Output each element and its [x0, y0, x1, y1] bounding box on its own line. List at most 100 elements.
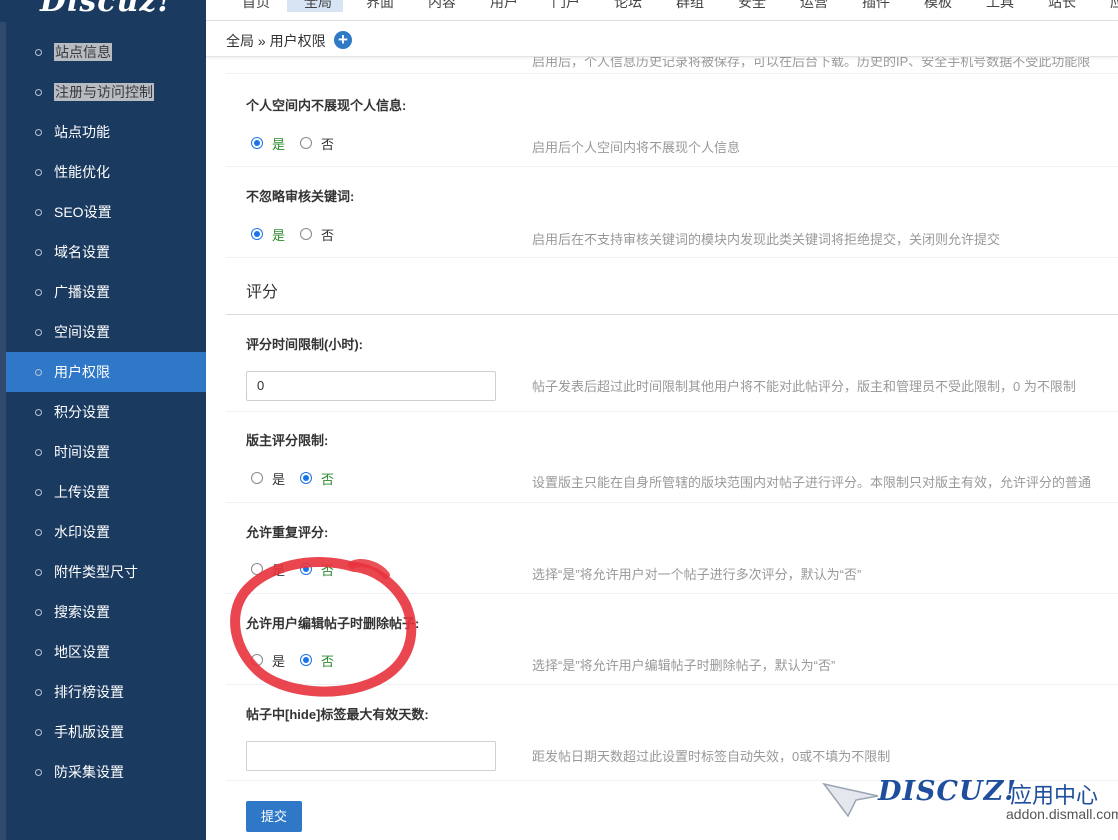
nav-tab-label: 界面 — [366, 0, 394, 10]
sidebar-item[interactable]: 时间设置 — [6, 432, 206, 472]
nav-tab[interactable]: 插件 — [862, 0, 890, 12]
plus-circle-icon[interactable]: + — [334, 31, 352, 49]
sidebar-item-label: 水印设置 — [54, 524, 110, 540]
sidebar: Discuz! 站点信息注册与访问控制站点功能性能优化 SEO设置域名设置广播设置… — [0, 0, 206, 840]
sidebar-item-label: 防采集设置 — [54, 764, 124, 780]
hide-tag-days-input[interactable] — [246, 741, 496, 771]
sidebar-item[interactable]: 域名设置 — [6, 232, 206, 272]
admin-app: Discuz! 站点信息注册与访问控制站点功能性能优化 SEO设置域名设置广播设置… — [0, 0, 1118, 840]
divider — [226, 166, 1118, 167]
sidebar-item-label: 手机版设置 — [54, 724, 124, 740]
sidebar-item-label: 性能优化 — [54, 164, 110, 180]
nav-tab-label: 论坛 — [614, 0, 642, 10]
bullet-circle-icon — [35, 209, 42, 216]
sidebar-item[interactable]: 上传设置 — [6, 472, 206, 512]
sidebar-item-label: 域名设置 — [54, 244, 110, 260]
nav-tab-label: 插件 — [862, 0, 890, 10]
sidebar-item-label: 积分设置 — [54, 404, 110, 420]
sidebar-item[interactable]: 排行榜设置 — [6, 672, 206, 712]
radio-moderator-yes[interactable] — [251, 472, 263, 484]
radio-repeat-no[interactable] — [300, 563, 312, 575]
sidebar-item[interactable]: 地区设置 — [6, 632, 206, 672]
nav-tab-label: 群组 — [676, 0, 704, 10]
nav-tab[interactable]: 群组 — [676, 0, 704, 12]
rating-time-limit-input[interactable]: 0 — [246, 371, 496, 401]
nav-tab[interactable]: 应用 — [1110, 0, 1118, 12]
radio-delete-yes[interactable] — [251, 654, 263, 666]
radio-label-yes: 是 — [272, 228, 286, 243]
radio-label-yes: 是 — [272, 137, 286, 152]
sidebar-item[interactable]: 搜索设置 — [6, 592, 206, 632]
setting-description: 选择“是”将允许用户对一个帖子进行多次评分，默认为“否” — [532, 567, 862, 582]
nav-tab-label: 内容 — [428, 0, 456, 10]
setting-title-delete-on-edit: 允许用户编辑帖子时删除帖子: — [246, 616, 420, 631]
radio-label-yes: 是 — [272, 563, 286, 578]
nav-tab[interactable]: 安全 — [738, 0, 766, 12]
sidebar-item-label: 搜索设置 — [54, 604, 110, 620]
nav-tab-label: 安全 — [738, 0, 766, 10]
nav-tab[interactable]: 论坛 — [614, 0, 642, 12]
nav-tab[interactable]: 运营 — [800, 0, 828, 12]
bullet-circle-icon — [35, 529, 42, 536]
bullet-circle-icon — [35, 609, 42, 616]
sidebar-item[interactable]: 站点功能 — [6, 112, 206, 152]
sidebar-item[interactable]: SEO设置 — [6, 192, 206, 232]
nav-tab[interactable]: 首页 — [242, 0, 270, 12]
nav-tab[interactable]: 用户 — [490, 0, 518, 12]
radio-moderator-no[interactable] — [300, 472, 312, 484]
discuz-app-center-watermark: DISCUZ! 应用中心 addon.dismall.com — [822, 776, 1118, 838]
sidebar-item[interactable]: 注册与访问控制 — [6, 72, 206, 112]
sidebar-item[interactable]: 附件类型尺寸 — [6, 552, 206, 592]
sidebar-item-label: 站点信息 — [54, 43, 112, 61]
setting-description: 选择“是”将允许用户编辑帖子时删除帖子，默认为“否” — [532, 658, 836, 673]
sidebar-item[interactable]: 手机版设置 — [6, 712, 206, 752]
breadcrumb: 全局 » 用户权限 — [226, 33, 326, 49]
setting-description: 启用后，个人信息历史记录将被保存，可以在后台下载。历史的IP、安全手机号数据不受… — [532, 57, 1091, 69]
radio-personal-hide-no[interactable] — [300, 137, 312, 149]
bullet-circle-icon — [35, 89, 42, 96]
sidebar-item-label: 上传设置 — [54, 484, 110, 500]
radio-keywords-no[interactable] — [300, 228, 312, 240]
discuz-logo[interactable]: Discuz! — [0, 0, 206, 22]
radio-repeat-yes[interactable] — [251, 563, 263, 575]
nav-tab[interactable]: 界面 — [366, 0, 394, 12]
submit-button[interactable]: 提交 — [246, 801, 302, 832]
sidebar-item[interactable]: 性能优化 — [6, 152, 206, 192]
bullet-circle-icon — [35, 489, 42, 496]
sidebar-item[interactable]: 水印设置 — [6, 512, 206, 552]
sidebar-item[interactable]: 用户权限 — [6, 352, 206, 392]
bullet-circle-icon — [35, 329, 42, 336]
nav-tab[interactable]: 站长 — [1048, 0, 1076, 12]
bullet-circle-icon — [35, 249, 42, 256]
sidebar-item-label: 附件类型尺寸 — [54, 564, 138, 580]
settings-form: 启用后，个人信息历史记录将被保存，可以在后台下载。历史的IP、安全手机号数据不受… — [206, 57, 1118, 840]
sidebar-item-label: 注册与访问控制 — [54, 83, 154, 101]
nav-tab[interactable]: 内容 — [428, 0, 456, 12]
sidebar-item[interactable]: 站点信息 — [6, 32, 206, 72]
setting-title-personal-hide: 个人空间内不展现个人信息: — [246, 98, 407, 113]
radio-delete-no[interactable] — [300, 654, 312, 666]
nav-tab-label: 用户 — [490, 0, 518, 10]
nav-tab[interactable]: 工具 — [986, 0, 1014, 12]
setting-title-rating-time: 评分时间限制(小时): — [246, 337, 363, 352]
radio-personal-hide-yes[interactable] — [251, 137, 263, 149]
nav-tab-label: 模板 — [924, 0, 952, 10]
bullet-circle-icon — [35, 129, 42, 136]
bullet-circle-icon — [35, 729, 42, 736]
radio-label-yes: 是 — [272, 472, 286, 487]
breadcrumb-bar: 全局 » 用户权限 + — [206, 21, 1118, 57]
bullet-circle-icon — [35, 449, 42, 456]
radio-keywords-yes[interactable] — [251, 228, 263, 240]
sidebar-item[interactable]: 积分设置 — [6, 392, 206, 432]
nav-tab[interactable]: 模板 — [924, 0, 952, 12]
sidebar-item[interactable]: 空间设置 — [6, 312, 206, 352]
nav-tab-label: 应用 — [1110, 0, 1118, 10]
setting-description: 设置版主只能在自身所管辖的版块范围内对帖子进行评分。本限制只对版主有效，允许评分… — [532, 475, 1092, 490]
nav-tab[interactable]: 全局 — [287, 0, 343, 12]
nav-tab[interactable]: 门户 — [552, 0, 580, 12]
radio-label-no: 否 — [321, 137, 335, 152]
sidebar-item[interactable]: 广播设置 — [6, 272, 206, 312]
setting-description: 启用后在不支持审核关键词的模块内发现此类关键词将拒绝提交，关闭则允许提交 — [532, 232, 1001, 247]
sidebar-item[interactable]: 防采集设置 — [6, 752, 206, 792]
sidebar-item-label: 用户权限 — [54, 364, 110, 380]
